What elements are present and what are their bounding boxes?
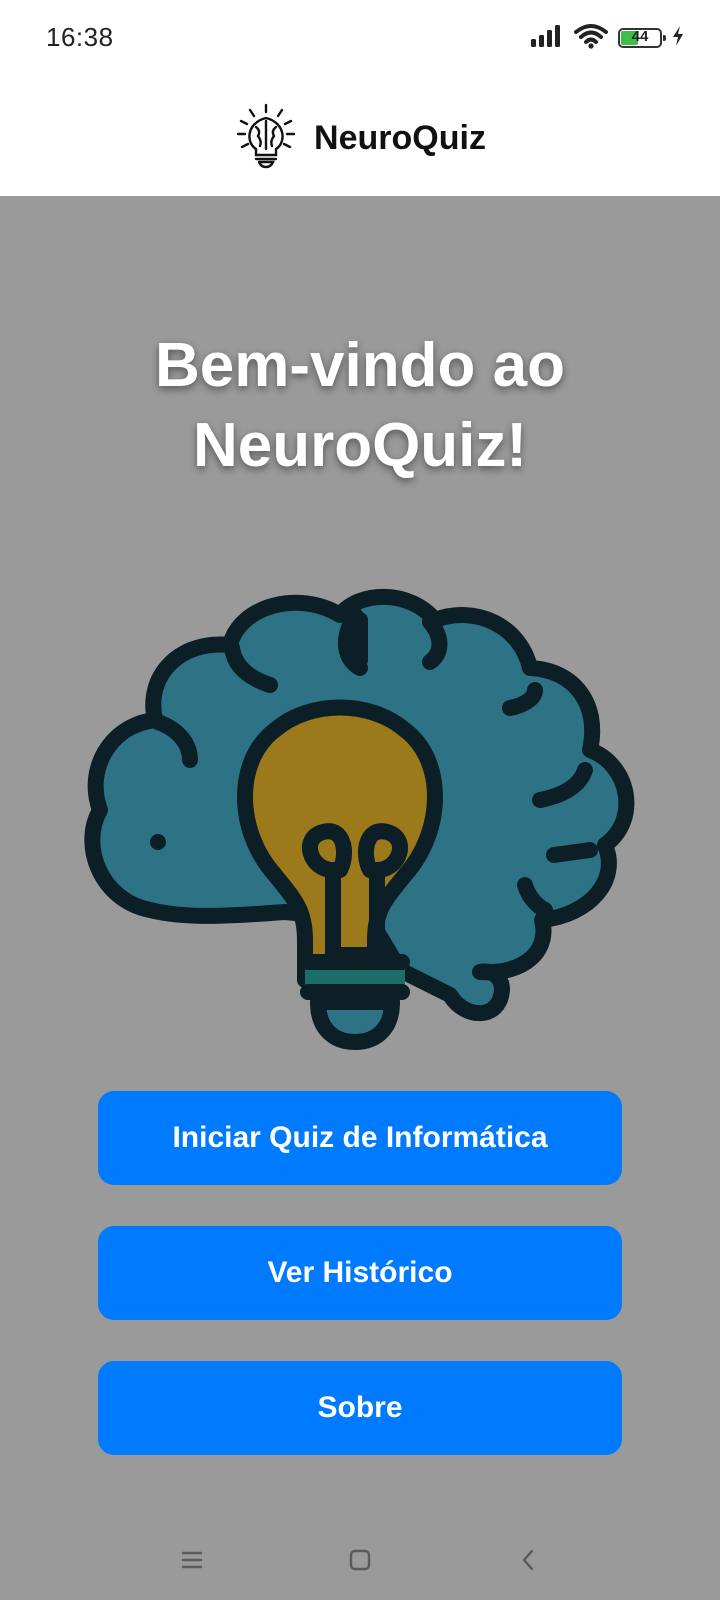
start-quiz-button[interactable]: Iniciar Quiz de Informática: [98, 1091, 622, 1185]
brain-lightbulb-illustration: [84, 588, 635, 1050]
status-time: 16:38: [46, 22, 114, 52]
signal-icon: [530, 24, 564, 53]
status-bar: 16:38 44: [0, 0, 720, 80]
charging-icon: [672, 25, 684, 52]
battery-level: 44: [631, 28, 649, 45]
back-icon[interactable]: [506, 1538, 550, 1582]
home-icon[interactable]: [338, 1538, 382, 1582]
menu-icon[interactable]: [170, 1538, 214, 1582]
view-history-button[interactable]: Ver Histórico: [98, 1226, 622, 1320]
brain-lightbulb-icon: [234, 103, 298, 174]
welcome-title: Bem-vindo ao NeuroQuiz!: [155, 331, 565, 480]
system-nav-bar: [0, 1520, 720, 1600]
battery-icon: 44: [618, 28, 666, 48]
wifi-icon: [574, 23, 608, 54]
app-header: NeuroQuiz: [0, 80, 720, 196]
about-button[interactable]: Sobre: [98, 1361, 622, 1455]
status-icons: 44: [530, 22, 684, 54]
app-title: NeuroQuiz: [314, 118, 486, 157]
